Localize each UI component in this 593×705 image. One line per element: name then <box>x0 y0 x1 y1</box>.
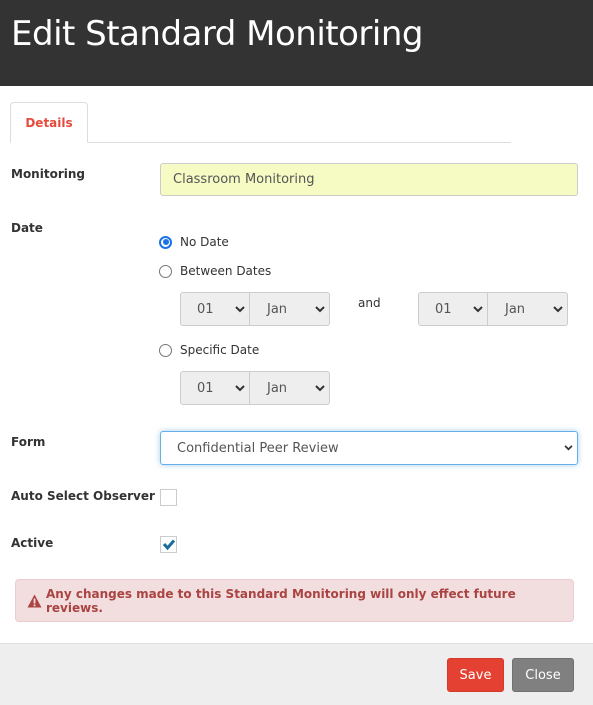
modal-header: Edit Standard Monitoring <box>0 0 593 86</box>
radio-label: No Date <box>180 235 229 249</box>
chevron-down-icon <box>231 384 249 392</box>
modal-footer: Save Close <box>0 643 593 705</box>
radio-specific-date[interactable]: Specific Date <box>159 343 259 357</box>
between-from-day-select[interactable]: 01 <box>180 292 250 326</box>
form-select[interactable]: Confidential Peer Review <box>160 431 578 465</box>
radio-button[interactable] <box>159 235 172 249</box>
save-button[interactable]: Save <box>447 658 504 692</box>
monitoring-label: Monitoring <box>11 167 85 181</box>
page-title: Edit Standard Monitoring <box>11 14 423 54</box>
select-value: Jan <box>267 380 288 396</box>
chevron-down-icon <box>549 305 567 313</box>
chevron-down-icon <box>231 305 249 313</box>
monitoring-input[interactable]: Classroom Monitoring <box>160 163 578 196</box>
form-label: Form <box>11 435 46 449</box>
date-label: Date <box>11 221 43 235</box>
select-value: Jan <box>505 301 526 317</box>
alert-text: Any changes made to this Standard Monito… <box>46 586 516 615</box>
auto-select-observer-label: Auto Select Observer <box>11 489 155 503</box>
chevron-down-icon <box>469 305 487 313</box>
select-value: 01 <box>197 380 214 396</box>
select-value: 01 <box>435 301 452 317</box>
select-value: 01 <box>197 301 214 317</box>
specific-month-select[interactable]: Jan <box>250 371 330 405</box>
radio-label: Specific Date <box>180 343 260 357</box>
specific-day-select[interactable]: 01 <box>180 371 250 405</box>
select-value: Jan <box>267 301 288 317</box>
warning-alert: Any changes made to this Standard Monito… <box>15 579 574 622</box>
warning-triangle-icon <box>27 594 42 608</box>
and-label: and <box>358 296 381 310</box>
chevron-down-icon <box>311 384 329 392</box>
close-button[interactable]: Close <box>512 658 574 692</box>
radio-label: Between Dates <box>180 264 272 278</box>
tab-bar: Details <box>10 102 511 143</box>
chevron-down-icon <box>559 445 577 451</box>
select-value: Confidential Peer Review <box>177 440 339 456</box>
auto-select-observer-checkbox[interactable] <box>160 489 177 506</box>
active-label: Active <box>11 536 54 550</box>
between-from-month-select[interactable]: Jan <box>250 292 330 326</box>
radio-button[interactable] <box>159 343 172 357</box>
radio-between-dates[interactable]: Between Dates <box>159 264 271 278</box>
active-checkbox[interactable] <box>160 536 177 553</box>
between-to-month-select[interactable]: Jan <box>488 292 568 326</box>
between-to-day-select[interactable]: 01 <box>418 292 488 326</box>
radio-no-date[interactable]: No Date <box>159 235 229 249</box>
checkmark-icon <box>162 539 176 551</box>
radio-button[interactable] <box>159 264 172 278</box>
tab-details[interactable]: Details <box>10 102 88 143</box>
chevron-down-icon <box>311 305 329 313</box>
